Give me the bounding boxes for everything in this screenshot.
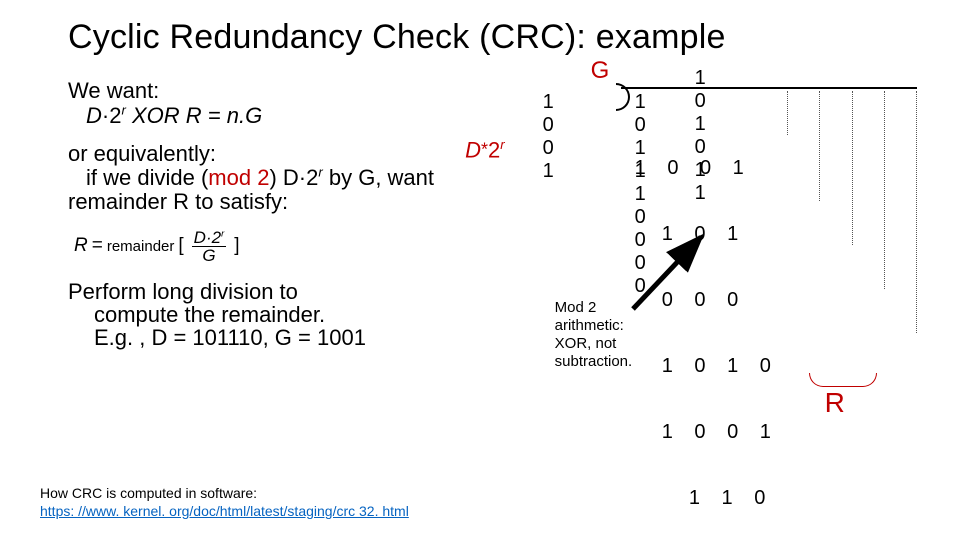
d-times-2r-label: D*2r [465,137,505,163]
perform-l3: E.g. , D = 101110, G = 1001 [68,325,366,350]
eq-rest: XOR R = n.G [126,103,262,128]
slide-title: Cyclic Redundancy Check (CRC): example [68,18,920,57]
note-l1: Mod 2 arithmetic: [555,299,624,334]
arrow-icon [625,227,715,317]
division-bar [621,87,917,89]
r-label: R [825,387,845,419]
f-R: R [74,235,88,257]
f-num-D: D [194,228,206,247]
equiv-label: or equivalently: [68,141,216,166]
row: 1 0 1 0 [635,355,834,377]
f-num-2: 2 [212,228,221,247]
f-rbr: ] [234,235,239,257]
d2r-star: * [481,139,488,159]
equiv-1a: if we divide ( [86,165,208,190]
equiv-mod: mod 2 [208,165,269,190]
division-rows: 1 0 0 1 1 0 1 0 0 0 1 0 1 0 1 0 0 1 1 1 … [635,113,834,540]
f-den: G [202,247,215,264]
equiv-dot: · [299,165,306,190]
perform-block: Perform long division to compute the rem… [68,280,475,349]
equiv-1b: ) D [269,165,298,190]
equiv-2: 2 [306,165,318,190]
f-lbr: [ [178,235,183,257]
want-label: We want: [68,78,159,103]
perform-l1: Perform long division to [68,279,298,304]
want-block: We want: D·2r XOR R = n.G [68,79,475,128]
equiv-block: or equivalently: if we divide (mod 2) D·… [68,142,475,215]
remainder-formula: R = remainder [ D·2r G ] [74,229,475,264]
right-column: G 1 0 1 0 1 1 1 0 0 1 1 0 1 1 1 0 0 0 0 … [475,79,920,363]
eq-D: D [86,103,102,128]
perform-l2: compute the remainder. [68,302,325,327]
f-eq: = [92,235,103,257]
f-num-r: r [221,228,224,238]
divisor: 1 0 0 1 [543,91,562,183]
remainder-brace [809,373,877,387]
footer: How CRC is computed in software: https: … [40,485,409,520]
left-column: We want: D·2r XOR R = n.G or equivalentl… [68,79,475,363]
mod2-note: Mod 2 arithmetic: XOR, not subtraction. [555,299,633,371]
footer-link[interactable]: https: //www. kernel. org/doc/html/lates… [40,503,409,519]
row: 1 0 0 1 [635,157,834,179]
slide: Cyclic Redundancy Check (CRC): example W… [0,0,960,540]
fraction: D·2r G [192,229,227,264]
row: 1 0 0 1 [635,421,834,443]
note-l2: XOR, not subtraction. [555,335,633,370]
eq-2: 2 [109,103,121,128]
row: 1 1 0 [635,487,834,509]
d2r-D: D [465,137,481,162]
d2r-2: 2 [488,137,500,162]
f-remainder: remainder [107,238,175,255]
d2r-r: r [500,137,504,152]
footer-text: How CRC is computed in software: [40,485,257,501]
columns: We want: D·2r XOR R = n.G or equivalentl… [68,79,920,363]
g-label: G [591,57,610,85]
